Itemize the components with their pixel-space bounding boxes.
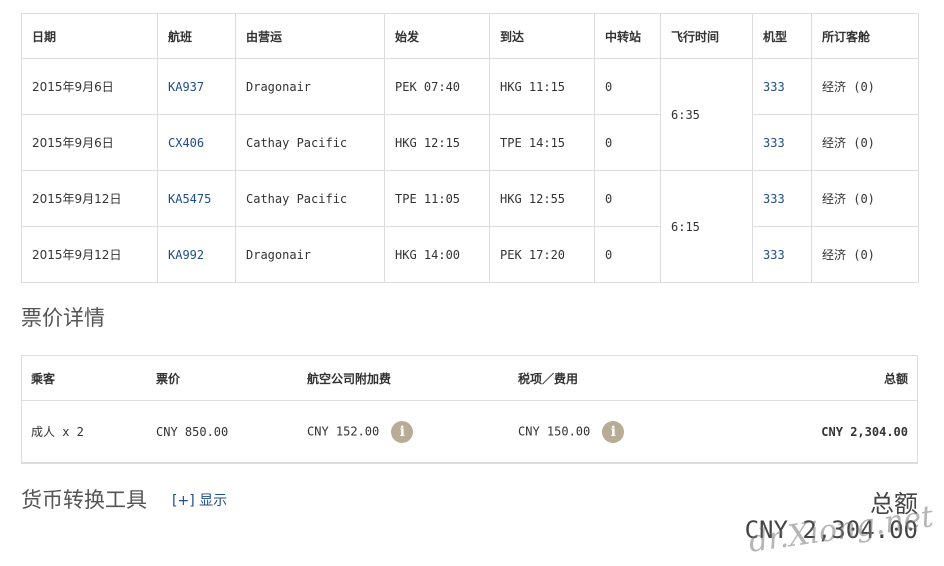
flight-number-link[interactable]: KA5475 bbox=[157, 170, 236, 227]
flight-row: 2015年9月6日 KA937 Dragonair PEK 07:40 HKG … bbox=[21, 58, 919, 171]
flight-stops: 0 bbox=[594, 58, 661, 115]
flight-stops: 0 bbox=[594, 114, 661, 171]
flight-departure: PEK 07:40 bbox=[384, 58, 490, 115]
aircraft-link[interactable]: 333 bbox=[752, 114, 812, 171]
flight-date: 2015年9月6日 bbox=[21, 58, 158, 115]
aircraft-link[interactable]: 333 bbox=[752, 58, 812, 115]
flight-cabin: 经济 (0) bbox=[811, 226, 919, 283]
col-tax-header: 税项／费用 bbox=[508, 355, 718, 401]
fare-passenger: 成人 x 2 bbox=[21, 400, 146, 463]
info-icon[interactable]: i bbox=[602, 420, 625, 443]
aircraft-link[interactable]: 333 bbox=[752, 170, 812, 227]
flight-arrival: HKG 11:15 bbox=[489, 58, 595, 115]
currency-tool-toggle[interactable]: [+] 显示 bbox=[172, 490, 227, 510]
flight-row: 2015年9月12日 KA992 Dragonair HKG 14:00 PEK… bbox=[21, 226, 919, 283]
fares-table: 乘客 票价 航空公司附加费 税项／费用 总额 成人 x 2 CNY 850.00… bbox=[21, 355, 918, 463]
fares-header-row: 乘客 票价 航空公司附加费 税项／费用 总额 bbox=[21, 355, 918, 401]
col-cabin-header: 所订客舱 bbox=[811, 13, 919, 59]
col-operator-header: 由营运 bbox=[235, 13, 385, 59]
col-fare-header: 票价 bbox=[146, 355, 297, 401]
fare-tax-cell: CNY 150.00 i bbox=[508, 400, 718, 463]
fare-row: 成人 x 2 CNY 850.00 CNY 152.00 i CNY 150.00… bbox=[21, 400, 918, 463]
fare-total: CNY 2,304.00 bbox=[718, 400, 918, 463]
col-passenger-header: 乘客 bbox=[21, 355, 146, 401]
flight-number-link[interactable]: KA937 bbox=[157, 58, 236, 115]
flight-operator: Cathay Pacific bbox=[235, 114, 385, 171]
col-flight-header: 航班 bbox=[157, 13, 236, 59]
fare-amount: CNY 850.00 bbox=[146, 400, 297, 463]
flights-header-row: 日期 航班 由营运 始发 到达 中转站 飞行时间 机型 所订客舱 bbox=[21, 13, 919, 59]
flight-arrival: TPE 14:15 bbox=[489, 114, 595, 171]
col-departure-header: 始发 bbox=[384, 13, 490, 59]
aircraft-link[interactable]: 333 bbox=[752, 226, 812, 283]
flight-operator: Dragonair bbox=[235, 58, 385, 115]
flight-departure: HKG 12:15 bbox=[384, 114, 490, 171]
watermark: dr.Xiong.net bbox=[746, 499, 936, 560]
fare-tax: CNY 150.00 bbox=[518, 424, 591, 438]
flight-arrival: PEK 17:20 bbox=[489, 226, 595, 283]
flight-date: 2015年9月12日 bbox=[21, 170, 158, 227]
col-duration-header: 飞行时间 bbox=[660, 13, 753, 59]
flight-cabin: 经济 (0) bbox=[811, 58, 919, 115]
flight-stops: 0 bbox=[594, 226, 661, 283]
flight-stops: 0 bbox=[594, 170, 661, 227]
flight-operator: Cathay Pacific bbox=[235, 170, 385, 227]
flight-duration: 6:15 bbox=[660, 170, 753, 283]
fare-surcharge-cell: CNY 152.00 i bbox=[297, 400, 508, 463]
flight-cabin: 经济 (0) bbox=[811, 114, 919, 171]
flight-row: 2015年9月12日 KA5475 Cathay Pacific TPE 11:… bbox=[21, 170, 919, 283]
flight-row: 2015年9月6日 CX406 Cathay Pacific HKG 12:15… bbox=[21, 114, 919, 171]
info-icon[interactable]: i bbox=[391, 420, 414, 443]
col-total-header: 总额 bbox=[718, 355, 918, 401]
flight-number-link[interactable]: CX406 bbox=[157, 114, 236, 171]
flight-departure: HKG 14:00 bbox=[384, 226, 490, 283]
col-surcharge-header: 航空公司附加费 bbox=[297, 355, 508, 401]
fare-details-title: 票价详情 bbox=[21, 306, 105, 330]
col-stops-header: 中转站 bbox=[594, 13, 661, 59]
col-arrival-header: 到达 bbox=[489, 13, 595, 59]
flight-duration: 6:35 bbox=[660, 58, 753, 171]
flight-number-link[interactable]: KA992 bbox=[157, 226, 236, 283]
flight-operator: Dragonair bbox=[235, 226, 385, 283]
col-date-header: 日期 bbox=[21, 13, 158, 59]
flight-arrival: HKG 12:55 bbox=[489, 170, 595, 227]
flight-cabin: 经济 (0) bbox=[811, 170, 919, 227]
flights-table: 日期 航班 由营运 始发 到达 中转站 飞行时间 机型 所订客舱 2015年9月… bbox=[21, 13, 919, 283]
flight-date: 2015年9月6日 bbox=[21, 114, 158, 171]
flight-date: 2015年9月12日 bbox=[21, 226, 158, 283]
flight-departure: TPE 11:05 bbox=[384, 170, 490, 227]
currency-tool-title: 货币转换工具 bbox=[21, 488, 147, 512]
fare-surcharge: CNY 152.00 bbox=[307, 424, 380, 438]
col-aircraft-header: 机型 bbox=[752, 13, 812, 59]
